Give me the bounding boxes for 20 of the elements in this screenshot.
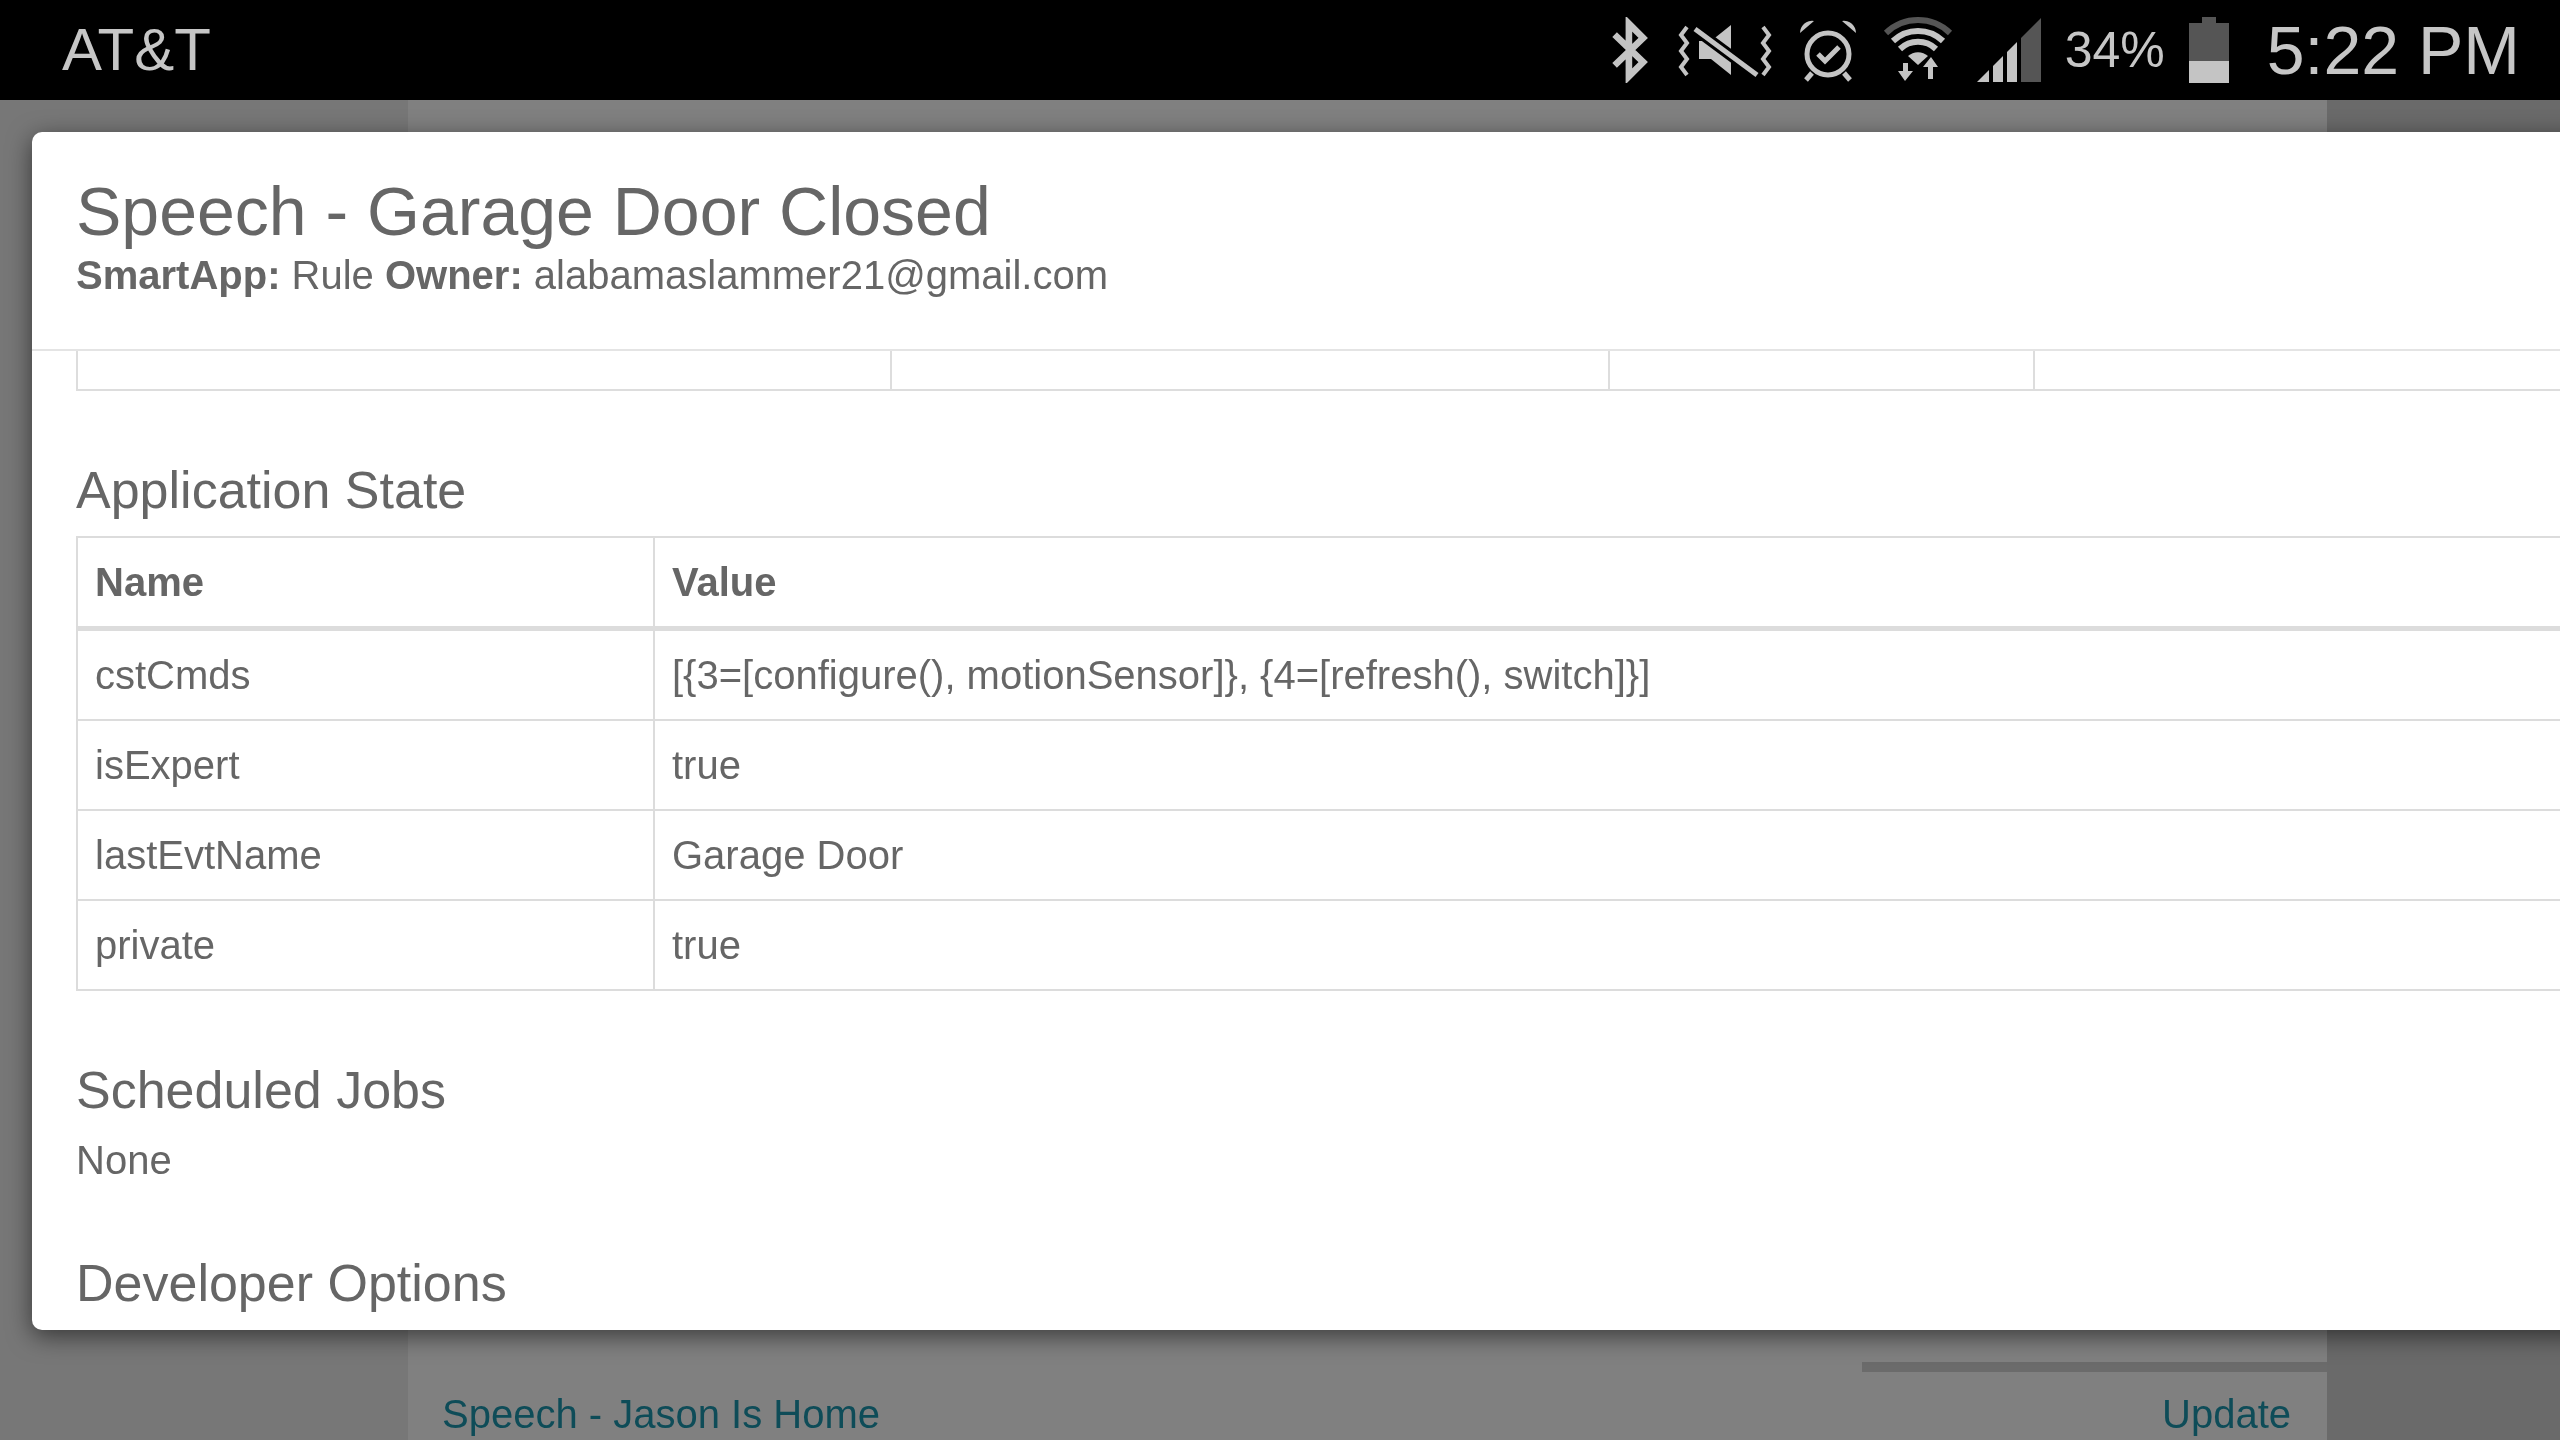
battery-icon — [2188, 17, 2229, 83]
signal-bars-icon — [1976, 18, 2041, 82]
table-cell: isExpert — [77, 720, 654, 810]
dialog-subtitle: SmartApp: Rule Owner: alabamaslammer21@gmail.com — [76, 252, 1109, 299]
table-cell: cstCmds — [77, 628, 654, 720]
update-link[interactable]: Update — [2162, 1390, 2291, 1438]
dialog-title: Speech - Garage Door Closed — [76, 172, 992, 251]
clock-time: 5:22 PM — [2266, 11, 2520, 90]
section-text: None — [76, 1137, 173, 1184]
table-cell: lastEvtName — [77, 810, 654, 900]
section-heading: Developer Options — [76, 1253, 508, 1313]
section-heading: Application State — [76, 460, 468, 520]
section-heading: Scheduled Jobs — [76, 1060, 448, 1120]
carrier-name: AT&T — [62, 15, 211, 85]
list-item-link[interactable]: Speech - Jason Is Home — [442, 1390, 880, 1438]
column-header: Value — [654, 537, 2560, 629]
column-header: Name — [77, 537, 654, 629]
table-cell: private — [77, 900, 654, 990]
battery-percent: 34% — [2064, 21, 2165, 80]
wifi-icon — [1882, 17, 1953, 83]
